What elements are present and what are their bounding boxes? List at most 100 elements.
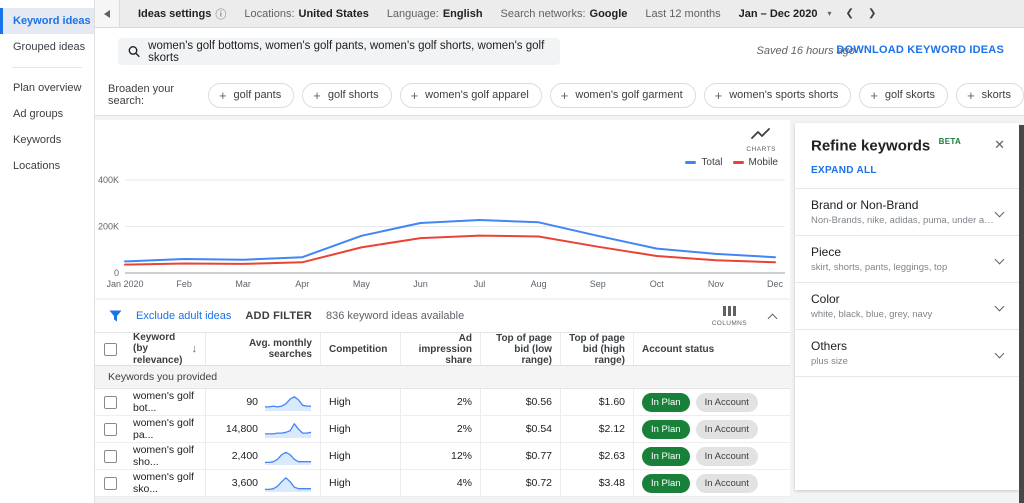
broaden-chip-golf-skorts[interactable]: +golf skorts — [859, 83, 948, 108]
avg-searches-value: 90 — [214, 396, 258, 408]
exclude-adult-ideas-link[interactable]: Exclude adult ideas — [136, 310, 231, 322]
line-chart-icon — [751, 128, 771, 140]
row-checkbox[interactable] — [104, 450, 117, 463]
select-all-checkbox[interactable] — [104, 343, 117, 356]
row-checkbox[interactable] — [104, 396, 117, 409]
next-period-button[interactable]: ❯ — [868, 8, 876, 19]
cell-bid-high: $2.12 — [560, 416, 633, 442]
in-plan-badge[interactable]: In Plan — [642, 474, 690, 493]
svg-text:Mar: Mar — [235, 279, 251, 289]
sidebar-item-keywords[interactable]: Keywords — [0, 127, 94, 153]
table-row: women's golf bot...90High2%$0.56$1.60In … — [95, 389, 790, 416]
cell-bid-high: $2.63 — [560, 443, 633, 469]
row-checkbox-cell — [95, 443, 125, 469]
refine-section-values: white, black, blue, grey, navy — [811, 309, 996, 320]
cell-ad-impression-share: 2% — [400, 416, 480, 442]
ideas-settings-label[interactable]: Ideas settings — [138, 8, 211, 20]
cell-account-status: In Plan In Account — [633, 416, 790, 442]
table-row: women's golf sko...3,600High4%$0.72$3.48… — [95, 470, 790, 497]
refine-section-piece[interactable]: Pieceskirt, shorts, pants, leggings, top — [795, 236, 1019, 283]
refine-section-text: Othersplus size — [811, 339, 996, 367]
collapse-table-chevron-icon[interactable] — [768, 313, 778, 323]
refine-section-others[interactable]: Othersplus size — [795, 330, 1019, 377]
date-range-dropdown[interactable]: Jan – Dec 2020 ▾ — [739, 8, 832, 20]
header-competition[interactable]: Competition — [320, 333, 400, 365]
cell-bid-high: $3.48 — [560, 470, 633, 496]
cell-ad-impression-share: 12% — [400, 443, 480, 469]
refine-section-values: skirt, shorts, pants, leggings, top — [811, 262, 996, 273]
header-account-status[interactable]: Account status — [633, 333, 790, 365]
header-top-of-page-bid-low[interactable]: Top of page bid (low range) — [480, 333, 560, 365]
refine-section-text: Pieceskirt, shorts, pants, leggings, top — [811, 245, 996, 273]
refine-section-values: Non-Brands, nike, adidas, puma, under ar… — [811, 215, 996, 226]
sidebar-divider — [12, 67, 82, 68]
header-ad-impression-share[interactable]: Ad impression share — [400, 333, 480, 365]
collapse-panel-button[interactable] — [95, 0, 120, 27]
charts-toggle-button[interactable]: CHARTS — [746, 127, 776, 153]
sidebar-item-keyword-ideas[interactable]: Keyword ideas — [0, 8, 94, 34]
cell-bid-low: $0.77 — [480, 443, 560, 469]
language-setting[interactable]: Language: English — [387, 8, 483, 20]
svg-text:Sep: Sep — [590, 279, 606, 289]
sidebar-item-locations[interactable]: Locations — [0, 153, 94, 179]
table-row: women's golf sho...2,400High12%$0.77$2.6… — [95, 443, 790, 470]
in-account-badge[interactable]: In Account — [696, 447, 758, 466]
columns-button[interactable]: COLUMNS — [712, 306, 747, 327]
add-filter-button[interactable]: ADD FILTER — [245, 310, 312, 322]
search-volume-line-chart: 0200K400KJan 2020FebMarAprMayJunJulAugSe… — [95, 166, 790, 298]
refine-section-color[interactable]: Colorwhite, black, blue, grey, navy — [795, 283, 1019, 330]
expand-all-button[interactable]: EXPAND ALL — [795, 155, 1019, 189]
close-icon[interactable]: ✕ — [994, 137, 1005, 153]
sparkline-chart — [264, 473, 312, 493]
locations-setting[interactable]: Locations: United States — [244, 8, 368, 20]
download-keyword-ideas-button[interactable]: DOWNLOAD KEYWORD IDEAS — [836, 44, 1004, 56]
row-checkbox[interactable] — [104, 477, 117, 490]
cell-bid-low: $0.72 — [480, 470, 560, 496]
vertical-scrollbar[interactable] — [1019, 125, 1024, 503]
broaden-chip-women-s-sports-shorts[interactable]: +women's sports shorts — [704, 83, 852, 108]
info-icon[interactable]: ⓘ — [215, 6, 226, 22]
broaden-chip-women-s-golf-garment[interactable]: +women's golf garment — [550, 83, 696, 108]
charts-label: CHARTS — [746, 146, 776, 153]
legend-dash-icon — [733, 161, 744, 164]
avg-searches-value: 2,400 — [214, 450, 258, 462]
keyword-search-input[interactable]: women's golf bottoms, women's golf pants… — [118, 38, 560, 65]
plus-icon: + — [219, 88, 227, 103]
cell-competition: High — [320, 470, 400, 496]
chip-label: golf skorts — [885, 89, 935, 101]
svg-text:Oct: Oct — [650, 279, 665, 289]
in-account-badge[interactable]: In Account — [696, 474, 758, 493]
refine-section-text: Colorwhite, black, blue, grey, navy — [811, 292, 996, 320]
header-avg-monthly-searches[interactable]: Avg. monthly searches — [205, 333, 320, 365]
header-keyword[interactable]: Keyword (by relevance) ↓ — [125, 333, 205, 365]
sidebar-item-plan-overview[interactable]: Plan overview — [0, 75, 94, 101]
cell-bid-high: $1.60 — [560, 389, 633, 415]
row-checkbox[interactable] — [104, 423, 117, 436]
collapse-left-icon — [104, 10, 110, 18]
cell-account-status: In Plan In Account — [633, 443, 790, 469]
period-label: Last 12 months — [645, 8, 720, 20]
in-plan-badge[interactable]: In Plan — [642, 447, 690, 466]
refine-section-values: plus size — [811, 356, 996, 367]
sidebar-item-grouped-ideas[interactable]: Grouped ideas — [0, 34, 94, 60]
in-account-badge[interactable]: In Account — [696, 420, 758, 439]
networks-setting[interactable]: Search networks: Google — [501, 8, 628, 20]
chip-label: women's golf apparel — [425, 89, 529, 101]
broaden-chip-golf-shorts[interactable]: +golf shorts — [302, 83, 391, 108]
broaden-chip-women-s-golf-apparel[interactable]: +women's golf apparel — [400, 83, 542, 108]
settings-toolbar: Ideas settings ⓘ Locations: United State… — [95, 0, 1024, 28]
cell-keyword: women's golf sko... — [125, 470, 205, 496]
header-top-of-page-bid-high[interactable]: Top of page bid (high range) — [560, 333, 633, 365]
sidebar-item-ad-groups[interactable]: Ad groups — [0, 101, 94, 127]
in-plan-badge[interactable]: In Plan — [642, 420, 690, 439]
refine-section-brand-or-non-brand[interactable]: Brand or Non-BrandNon-Brands, nike, adid… — [795, 189, 1019, 236]
broaden-chip-skorts[interactable]: +skorts — [956, 83, 1024, 108]
columns-icon — [723, 306, 736, 316]
svg-text:200K: 200K — [98, 222, 119, 232]
prev-period-button[interactable]: ❮ — [846, 8, 854, 19]
in-account-badge[interactable]: In Account — [696, 393, 758, 412]
keyword-table-card: Exclude adult ideas ADD FILTER 836 keywo… — [95, 300, 790, 497]
in-plan-badge[interactable]: In Plan — [642, 393, 690, 412]
broaden-chip-golf-pants[interactable]: +golf pants — [208, 83, 294, 108]
sparkline-chart — [264, 392, 312, 412]
